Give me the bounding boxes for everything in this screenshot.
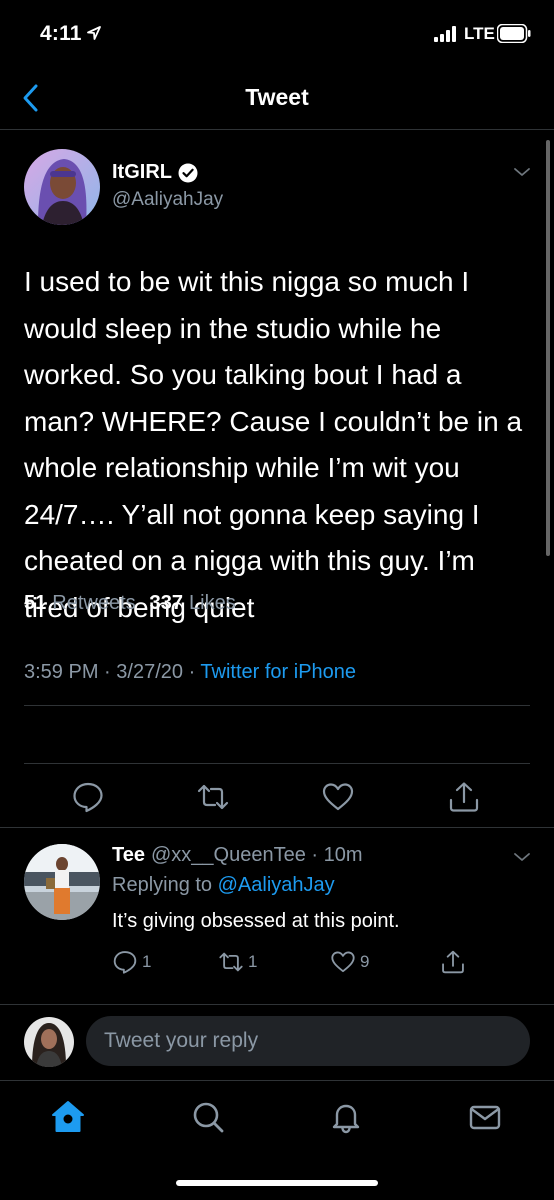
verified-badge-icon: [178, 163, 198, 182]
retweet-icon: [219, 952, 243, 972]
reply-author-name[interactable]: Tee: [112, 844, 145, 866]
chevron-down-icon[interactable]: [512, 850, 532, 864]
replying-to-mention[interactable]: @AaliyahJay: [218, 874, 335, 896]
heart-icon: [331, 951, 355, 973]
replying-to-prefix: Replying to: [112, 874, 213, 896]
status-bar: 4:11 LTE: [0, 0, 554, 70]
meta-separator: ·: [188, 661, 201, 683]
reply-count: 1: [142, 952, 152, 971]
tweet-source-link[interactable]: Twitter for iPhone: [200, 661, 356, 683]
bell-icon[interactable]: [328, 1099, 364, 1135]
like-count: 9: [360, 952, 370, 971]
reply-like-action[interactable]: 9: [330, 948, 369, 976]
tweet-meta: 3:59 PM · 3/27/20 · Twitter for iPhone: [24, 661, 356, 684]
mail-icon[interactable]: [467, 1099, 503, 1135]
reply-share-action[interactable]: [440, 948, 466, 976]
location-arrow-icon: [87, 26, 101, 40]
reply-avatar[interactable]: [24, 844, 100, 920]
tweet-time: 3:59 PM: [24, 661, 99, 683]
meta-separator: ·: [305, 844, 324, 866]
reply-input[interactable]: [86, 1016, 530, 1066]
tweet-date: 3/27/20: [116, 661, 183, 683]
reply-text: It’s giving obsessed at this point.: [112, 910, 400, 932]
heart-icon[interactable]: [321, 780, 355, 814]
search-icon[interactable]: [190, 1099, 226, 1135]
engagement-stats: 51 Retweets 337 Likes: [24, 592, 236, 615]
chevron-down-icon[interactable]: [512, 165, 532, 179]
author-handle[interactable]: @AaliyahJay: [112, 189, 223, 211]
likes-count: 337: [149, 592, 183, 614]
likes-stat[interactable]: 337 Likes: [150, 592, 236, 615]
share-icon: [442, 950, 464, 974]
nav-bar: Tweet: [0, 70, 554, 130]
home-icon[interactable]: [50, 1099, 86, 1135]
meta-separator: ·: [104, 661, 117, 683]
page-title: Tweet: [245, 84, 309, 110]
scroll-indicator[interactable]: [546, 140, 550, 556]
replying-to: Replying to @AaliyahJay: [112, 874, 335, 897]
network-type: LTE: [464, 24, 495, 43]
reply-composer: [0, 1004, 554, 1080]
retweets-count: 51: [24, 592, 47, 614]
divider: [24, 763, 530, 764]
my-avatar[interactable]: [24, 1017, 74, 1067]
reply-retweet-action[interactable]: 1: [218, 948, 257, 976]
author-name[interactable]: ItGIRL: [112, 161, 198, 184]
retweets-stat[interactable]: 51 Retweets: [24, 592, 136, 615]
reply-reply-action[interactable]: 1: [112, 948, 151, 976]
author-display-name: ItGIRL: [112, 161, 172, 183]
home-indicator[interactable]: [176, 1180, 378, 1186]
author-avatar[interactable]: [24, 149, 100, 225]
reply-author-handle[interactable]: @xx__QueenTee: [151, 844, 306, 866]
cellular-signal-icon: [434, 26, 456, 42]
status-time: 4:11: [40, 22, 82, 45]
battery-icon: [497, 24, 531, 43]
reply-age: 10m: [323, 844, 363, 866]
reply-header: Tee @xx__QueenTee · 10m: [112, 844, 363, 867]
likes-label: Likes: [189, 592, 236, 614]
reply-tweet[interactable]: Tee @xx__QueenTee · 10m Replying to @Aali…: [0, 828, 554, 1003]
retweet-count: 1: [248, 952, 258, 971]
divider: [24, 705, 530, 706]
reply-icon[interactable]: [71, 780, 105, 814]
retweets-label: Retweets: [52, 592, 136, 614]
tweet-actions: [0, 780, 554, 820]
share-icon[interactable]: [447, 780, 481, 814]
reply-icon: [113, 951, 137, 974]
tweet-text: I used to be wit this nigga so much I wo…: [24, 266, 523, 623]
retweet-icon[interactable]: [196, 780, 230, 814]
